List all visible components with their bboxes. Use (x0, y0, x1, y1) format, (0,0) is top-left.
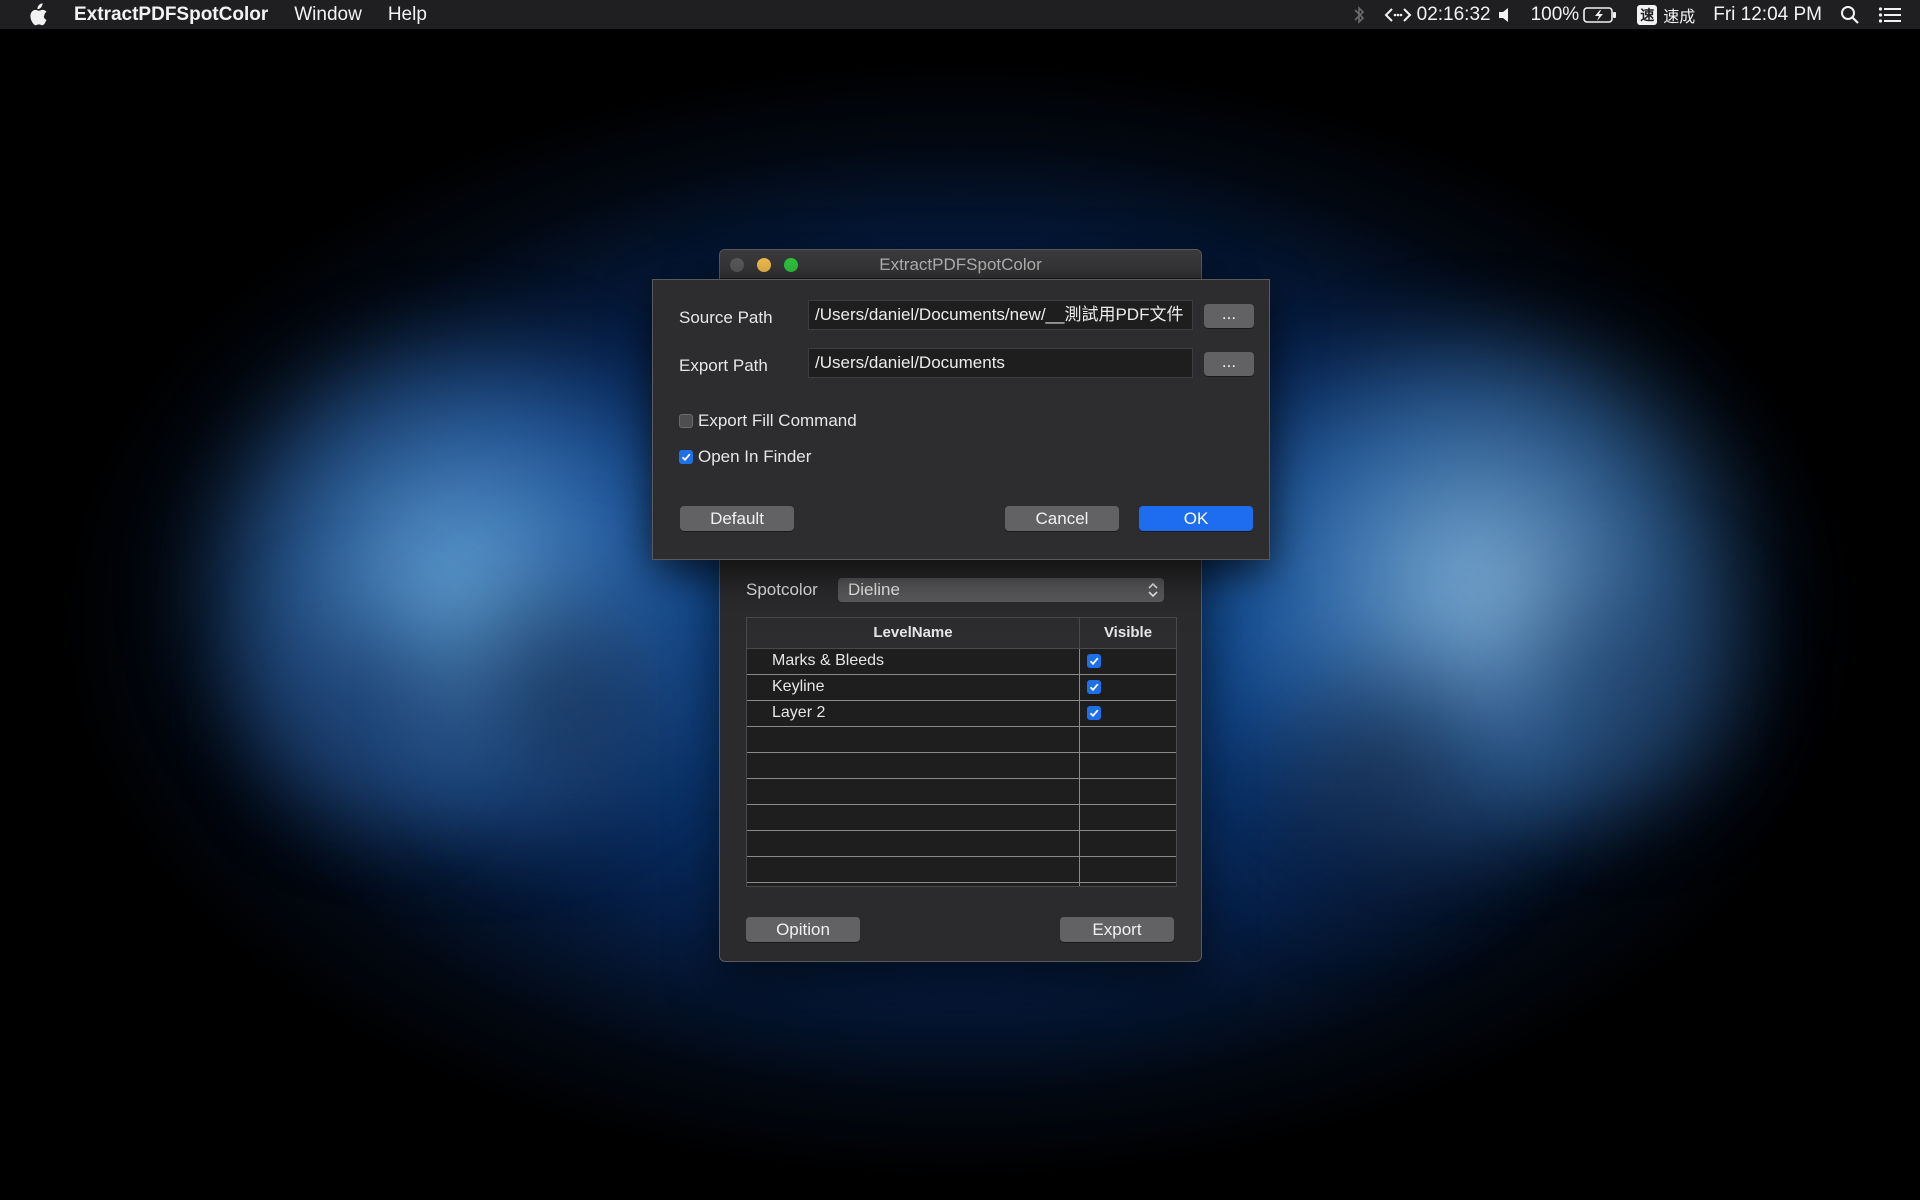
clock[interactable]: Fri 12:04 PM (1713, 4, 1822, 26)
export-path-field[interactable]: /Users/daniel/Documents (808, 348, 1193, 378)
table-row-empty (747, 805, 1176, 831)
export-browse-button[interactable]: ... (1204, 352, 1254, 376)
input-method-label: 速成 (1663, 8, 1696, 26)
export-fill-label: Export Fill Command (698, 411, 857, 430)
table-row-empty (747, 883, 1176, 886)
ok-button[interactable]: OK (1139, 506, 1253, 531)
spotcolor-label: Spotcolor (746, 580, 818, 599)
option-button[interactable]: Opition (746, 917, 860, 942)
export-fill-row[interactable]: Export Fill Command (679, 411, 857, 431)
export-fill-checkbox[interactable] (679, 414, 693, 428)
timer-status[interactable]: 02:16:32 (1383, 4, 1491, 26)
row-levelname: Keyline (747, 675, 1080, 700)
visible-checkbox[interactable] (1087, 680, 1101, 694)
layer-table[interactable]: LevelName Visible Marks & Bleeds Keyline… (746, 617, 1177, 887)
menu-help[interactable]: Help (388, 4, 427, 26)
spotcolor-select[interactable]: Dieline (838, 578, 1164, 602)
menu-window[interactable]: Window (294, 4, 362, 26)
source-path-label: Source Path (679, 308, 773, 327)
table-row-empty (747, 779, 1176, 805)
table-row[interactable]: Marks & Bleeds (747, 649, 1176, 675)
apple-menu-icon[interactable] (26, 2, 48, 27)
input-method[interactable]: 速 速成 (1637, 3, 1695, 27)
open-finder-checkbox[interactable] (679, 450, 693, 464)
table-row-empty (747, 831, 1176, 857)
volume-icon[interactable] (1497, 5, 1513, 25)
battery-charging-icon (1583, 6, 1617, 23)
wallpaper-cloud (1500, 520, 1760, 860)
menubar-status-area: 02:16:32 100% 速 速成 Fri 12:04 PM (1353, 0, 1920, 29)
table-row[interactable]: Layer 2 (747, 701, 1176, 727)
source-path-field[interactable]: /Users/daniel/Documents/new/__測試用PDF文件 (808, 300, 1193, 330)
table-row-empty (747, 857, 1176, 883)
timer-text: 02:16:32 (1416, 3, 1491, 25)
cancel-button[interactable]: Cancel (1005, 506, 1119, 531)
notification-center-icon[interactable] (1878, 6, 1902, 24)
open-finder-label: Open In Finder (698, 447, 812, 466)
export-button[interactable]: Export (1060, 917, 1174, 942)
column-header-levelname[interactable]: LevelName (747, 618, 1080, 648)
window-title: ExtractPDFSpotColor (879, 255, 1042, 274)
timer-arrows-icon (1384, 7, 1412, 22)
row-levelname: Layer 2 (747, 701, 1080, 726)
export-path-label: Export Path (679, 356, 768, 375)
table-row-empty (747, 727, 1176, 753)
wallpaper-cloud (1220, 620, 1540, 940)
menu-bar: ExtractPDFSpotColor Window Help 02:16:32… (0, 0, 1920, 29)
spotcolor-value: Dieline (848, 580, 900, 599)
table-row-empty (747, 753, 1176, 779)
battery-percent: 100% (1530, 3, 1580, 25)
wallpaper-cloud (420, 520, 720, 880)
table-header: LevelName Visible (747, 618, 1176, 649)
spotlight-search-icon[interactable] (1840, 5, 1860, 25)
visible-checkbox[interactable] (1087, 654, 1101, 668)
table-row[interactable]: Keyline (747, 675, 1176, 701)
visible-checkbox[interactable] (1087, 706, 1101, 720)
default-button[interactable]: Default (680, 506, 794, 531)
open-finder-row[interactable]: Open In Finder (679, 447, 811, 467)
options-sheet: Source Path /Users/daniel/Documents/new/… (652, 279, 1270, 560)
column-header-visible[interactable]: Visible (1080, 618, 1176, 648)
battery-status[interactable]: 100% (1531, 4, 1618, 26)
bluetooth-icon[interactable] (1353, 5, 1365, 25)
window-titlebar[interactable]: ExtractPDFSpotColor (720, 250, 1201, 279)
row-levelname: Marks & Bleeds (747, 649, 1080, 674)
menu-app-name[interactable]: ExtractPDFSpotColor (74, 4, 268, 26)
input-method-badge: 速 (1637, 4, 1658, 25)
source-browse-button[interactable]: ... (1204, 304, 1254, 328)
chevron-updown-icon (1148, 582, 1158, 598)
